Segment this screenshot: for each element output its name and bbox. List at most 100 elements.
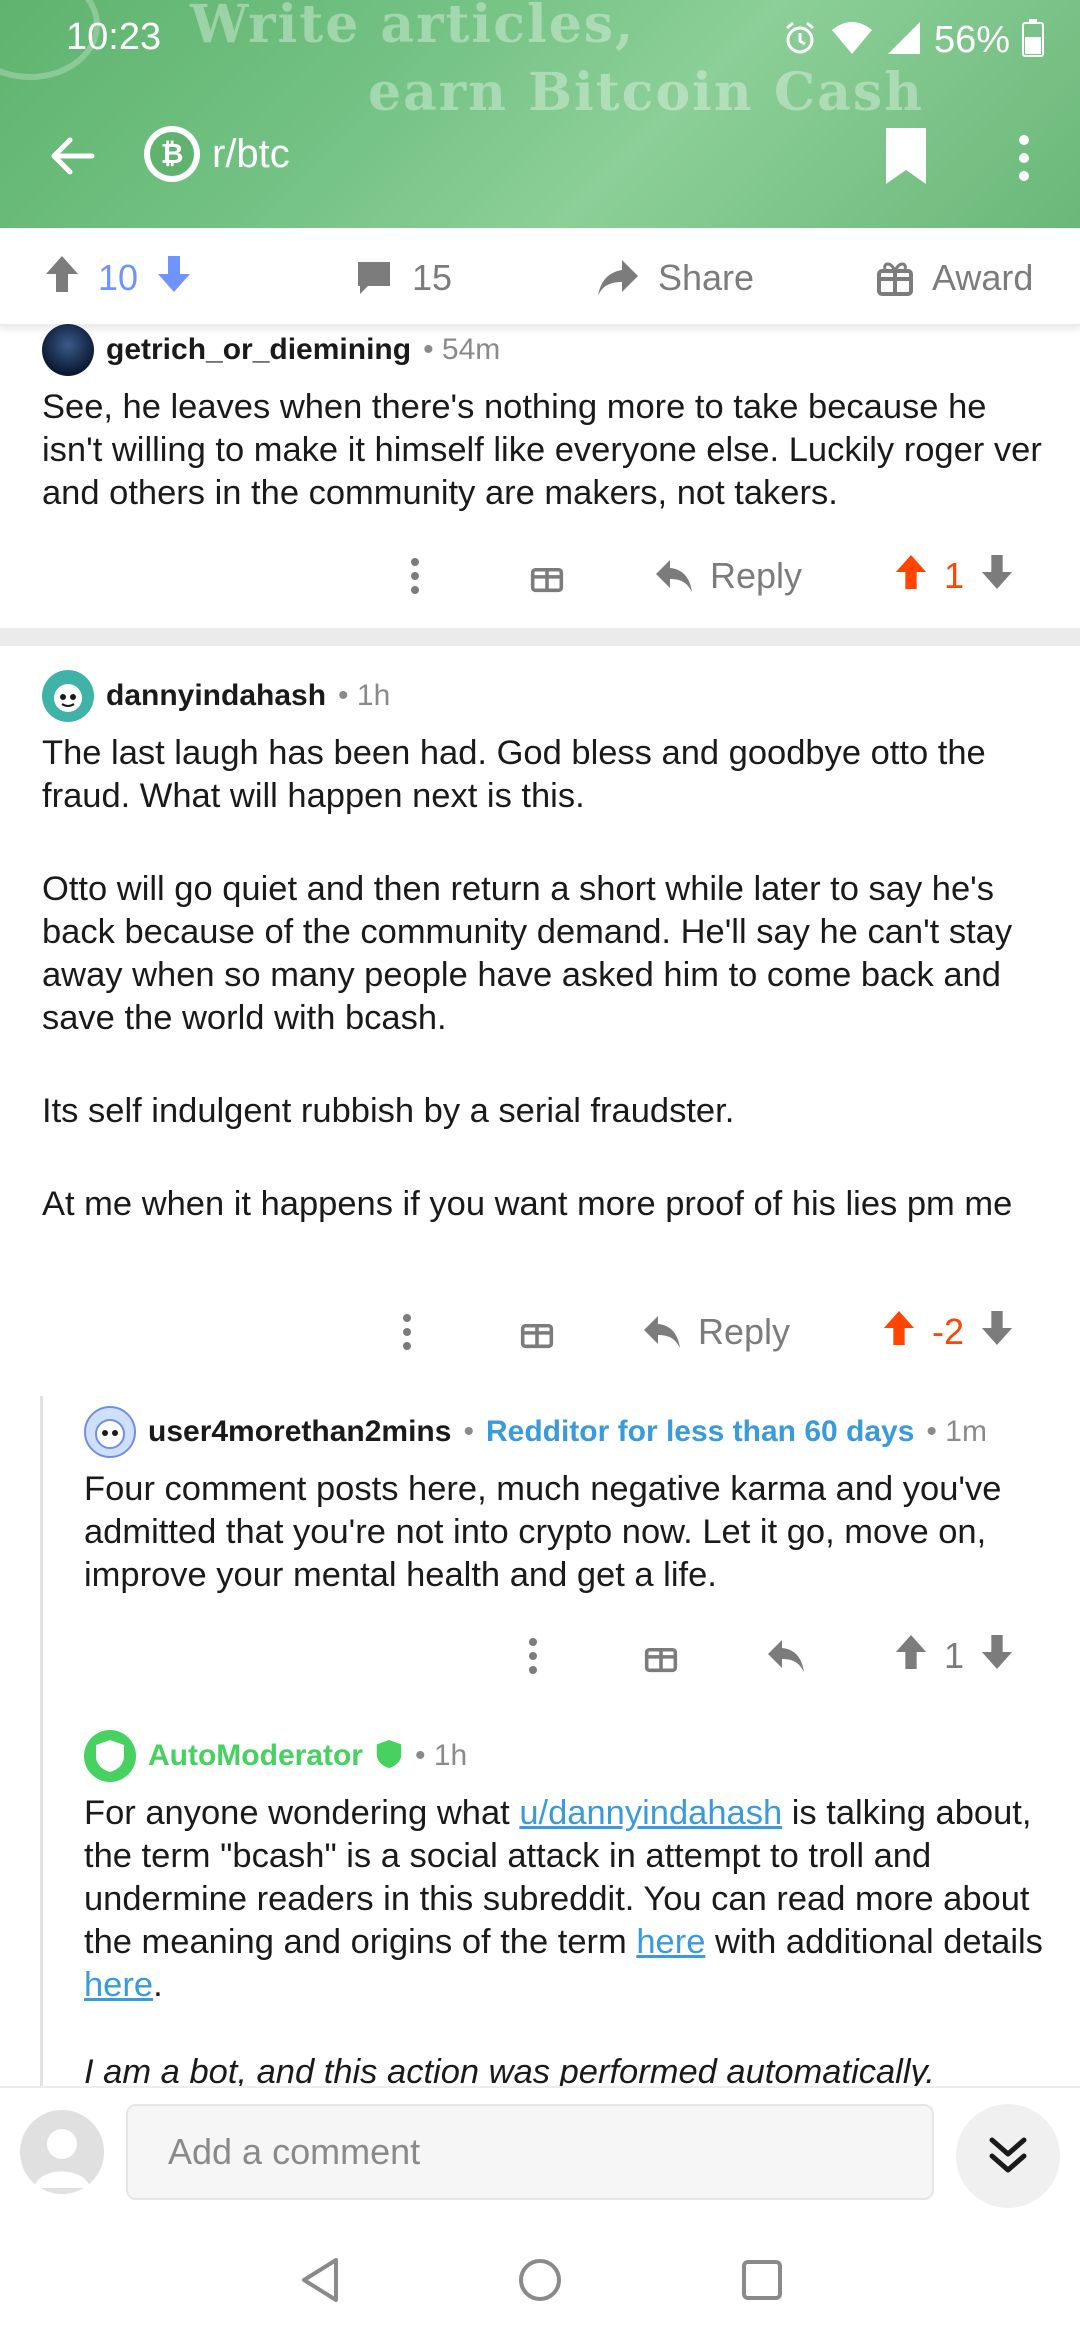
comment-paragraph: Its self indulgent rubbish by a serial f…	[42, 1092, 735, 1130]
post-comments-button[interactable]: 15	[354, 250, 452, 306]
collapse-threads-button[interactable]	[956, 2104, 1060, 2208]
subreddit-name: r/btc	[212, 131, 290, 176]
comment: AutoModerator • 1h For anyone wondering …	[84, 1728, 1064, 2086]
thread-indent-line[interactable]	[40, 1396, 43, 2086]
comment: dannyindahash • 1h The last laugh has be…	[42, 668, 1062, 1226]
nav-recents-button[interactable]	[732, 2250, 792, 2310]
nav-home-icon	[519, 2259, 561, 2301]
nav-back-button[interactable]	[290, 2250, 350, 2310]
upvote-icon	[895, 1634, 927, 1669]
gift-icon	[877, 262, 913, 296]
comment-award-button[interactable]	[530, 546, 564, 606]
comment-separator	[0, 628, 1080, 646]
comment-reply-button[interactable]	[766, 1626, 806, 1686]
gift-icon	[644, 1647, 678, 1673]
reply-label: Reply	[698, 1311, 791, 1352]
wifi-icon	[830, 20, 874, 61]
comment-reply-button[interactable]: Reply	[642, 1302, 790, 1362]
comment-more-button[interactable]	[528, 1626, 538, 1686]
comment-upvote-button[interactable]	[894, 1633, 928, 1680]
avatar[interactable]	[42, 324, 94, 376]
comment-more-button[interactable]	[410, 546, 420, 606]
chevrons-down-icon	[989, 2137, 1027, 2173]
post-award-button[interactable]: Award	[876, 250, 1033, 306]
nav-back-icon	[302, 2258, 338, 2302]
post-comment-count: 15	[412, 257, 453, 298]
post-share-button[interactable]: Share	[596, 250, 754, 306]
overflow-menu-button[interactable]	[1000, 126, 1048, 190]
more-vert-icon	[411, 558, 419, 594]
comment-age: • 1h	[414, 1739, 468, 1772]
share-icon	[598, 260, 638, 296]
nav-home-button[interactable]	[510, 2250, 570, 2310]
avatar[interactable]	[20, 2110, 104, 2194]
comment-paragraph: Four comment posts here, much negative k…	[84, 1470, 1002, 1594]
more-vert-icon	[1019, 135, 1029, 181]
comment-body: For anyone wondering what u/dannyindahas…	[84, 1792, 1064, 2086]
comment-age: • 1h	[338, 679, 391, 712]
subreddit-header: Write articles, earn Bitcoin Cash 10:23 …	[0, 0, 1080, 228]
post-downvote-button[interactable]	[156, 254, 192, 303]
comment-reply-button[interactable]: Reply	[654, 546, 802, 606]
reply-icon	[768, 1640, 804, 1672]
comment-award-button[interactable]	[520, 1302, 554, 1362]
user-link[interactable]: u/dannyindahash	[519, 1794, 782, 1832]
status-bar: 10:23 56%	[0, 0, 1080, 80]
top-app-bar: ₿ r/btc	[0, 110, 1080, 198]
save-post-button[interactable]	[882, 126, 938, 190]
bitcoin-icon: ₿	[144, 126, 200, 182]
back-button[interactable]	[40, 124, 104, 188]
comment-upvote-button[interactable]	[882, 1309, 916, 1356]
add-comment-input[interactable]	[126, 2104, 934, 2200]
comment-more-button[interactable]	[402, 1302, 412, 1362]
award-label: Award	[932, 257, 1034, 298]
comment-header: AutoModerator • 1h	[84, 1728, 1064, 1784]
avatar[interactable]	[42, 670, 94, 722]
user-flair: Redditor for less than 60 days	[485, 1415, 915, 1448]
downvote-icon	[158, 255, 191, 292]
comment-award-button[interactable]	[644, 1626, 678, 1686]
downvote-icon	[981, 1310, 1013, 1345]
comment-header: user4morethan2mins • Redditor for less t…	[84, 1404, 1064, 1460]
comment-age: • 1m	[926, 1415, 987, 1448]
upvote-icon	[883, 1310, 915, 1345]
comment-actions: Reply -2	[0, 1302, 1080, 1362]
gift-icon	[530, 567, 564, 593]
comment-body: The last laugh has been had. God bless a…	[42, 732, 1062, 1226]
gift-icon	[520, 1323, 554, 1349]
nav-recents-icon	[742, 2260, 782, 2300]
comment-age: • 54m	[423, 333, 501, 366]
post-vote-group: 10	[44, 250, 192, 306]
shield-icon[interactable]	[84, 1730, 136, 1782]
status-icons: 56%	[782, 14, 1044, 66]
bot-note: I am a bot, and this action was performe…	[84, 2053, 935, 2086]
subreddit-link[interactable]: ₿ r/btc	[144, 126, 290, 182]
more-vert-icon	[403, 1314, 411, 1350]
here-link[interactable]: here	[636, 1923, 705, 1961]
comment-author[interactable]: getrich_or_diemining	[106, 333, 411, 367]
upvote-icon	[46, 255, 78, 292]
comment-author[interactable]: AutoModerator	[148, 1739, 363, 1773]
comment-icon	[358, 262, 390, 294]
comment-downvote-button[interactable]	[980, 1633, 1014, 1680]
comment-downvote-button[interactable]	[980, 1309, 1014, 1356]
comment-body: See, he leaves when there's nothing more…	[42, 386, 1052, 515]
comment-actions: 1	[0, 1626, 1080, 1686]
comment-upvote-button[interactable]	[894, 553, 928, 600]
reply-icon	[644, 1316, 680, 1348]
upvote-icon	[895, 554, 927, 589]
comment-author[interactable]: user4morethan2mins	[148, 1415, 451, 1449]
comment-header: dannyindahash • 1h	[42, 668, 1062, 724]
post-upvote-button[interactable]	[44, 254, 80, 303]
post-action-bar: 10 15 Share Award	[0, 228, 1080, 326]
here-link[interactable]: here	[84, 1966, 153, 2004]
share-label: Share	[658, 257, 755, 298]
comment-score: -2	[932, 1311, 965, 1352]
comment-author[interactable]: dannyindahash	[106, 679, 326, 713]
reply-label: Reply	[710, 555, 803, 596]
downvote-icon	[981, 1634, 1013, 1669]
downvote-icon	[981, 554, 1013, 589]
comment-body: Four comment posts here, much negative k…	[84, 1468, 1064, 1597]
comment-downvote-button[interactable]	[980, 553, 1014, 600]
avatar[interactable]	[84, 1406, 136, 1458]
